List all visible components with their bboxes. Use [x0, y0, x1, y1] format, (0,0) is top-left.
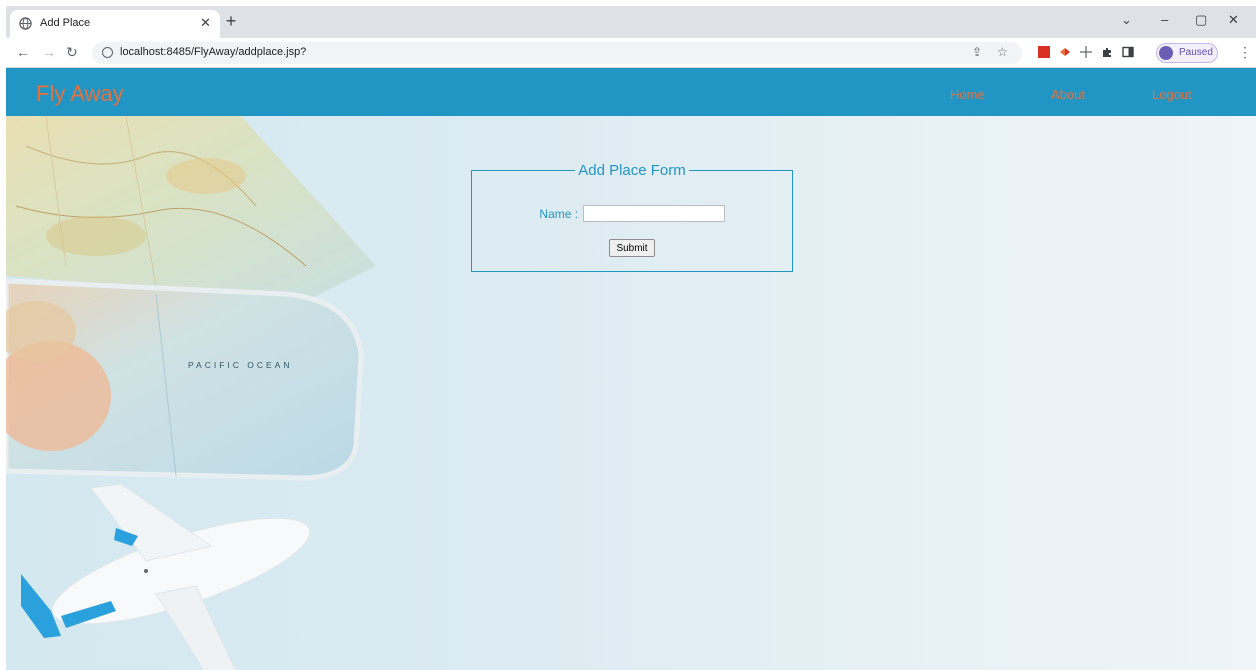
extension-crosshair-icon[interactable]	[1080, 46, 1092, 58]
more-menu-icon[interactable]: ⋮	[1238, 44, 1252, 61]
tab-title: Add Place	[40, 17, 91, 29]
url-text: localhost:8485/FlyAway/addplace.jsp?	[120, 46, 307, 58]
nav-link-home[interactable]: Home	[950, 87, 985, 102]
reload-icon[interactable]: ↻	[66, 44, 78, 61]
window-close-icon[interactable]: ✕	[1228, 12, 1239, 28]
globe-icon	[19, 17, 32, 30]
map-label: PACIFIC OCEAN	[188, 360, 293, 370]
site-info-icon[interactable]	[102, 47, 113, 58]
tab-strip: Add Place ✕ + ⌄ – ▢ ✕	[6, 6, 1256, 38]
address-bar[interactable]: localhost:8485/FlyAway/addplace.jsp? ⇪ ☆	[92, 42, 1022, 64]
form-legend: Add Place Form	[578, 162, 686, 179]
share-icon[interactable]: ⇪	[972, 45, 982, 59]
page-viewport: PACIFIC OCEAN Fly Away Home About Logout…	[6, 68, 1256, 670]
name-row: Name :	[472, 205, 792, 223]
new-tab-icon[interactable]: +	[221, 12, 241, 32]
avatar	[1159, 46, 1173, 60]
profile-status-label: Paused	[1179, 47, 1213, 58]
restore-icon[interactable]: ▢	[1195, 12, 1207, 28]
add-place-form: Add Place Form Name : Submit	[471, 162, 793, 272]
extensions-puzzle-icon[interactable]	[1101, 46, 1113, 58]
bookmark-star-icon[interactable]: ☆	[997, 45, 1008, 59]
close-icon[interactable]: ✕	[200, 15, 211, 31]
side-panel-icon[interactable]	[1122, 46, 1134, 58]
forward-icon[interactable]: →	[42, 44, 56, 60]
back-icon[interactable]: ←	[16, 44, 30, 60]
chevron-down-icon[interactable]: ⌄	[1121, 12, 1132, 28]
extension-red-icon[interactable]	[1038, 46, 1050, 58]
browser-toolbar: ← → ↻ localhost:8485/FlyAway/addplace.js…	[6, 38, 1256, 68]
nav-link-logout[interactable]: Logout	[1152, 87, 1192, 102]
name-input[interactable]	[582, 205, 725, 223]
submit-button[interactable]: Submit	[609, 239, 655, 257]
browser-window: Add Place ✕ + ⌄ – ▢ ✕ ← → ↻ localhost:84…	[6, 6, 1256, 670]
profile-paused-button[interactable]: Paused	[1156, 43, 1218, 63]
extension-arrows-icon[interactable]	[1059, 46, 1071, 58]
nav-link-about[interactable]: About	[1051, 87, 1085, 102]
browser-tab[interactable]: Add Place ✕	[10, 10, 220, 38]
site-navbar: Fly Away Home About Logout	[6, 68, 1256, 116]
hero-map-plane-illustration: PACIFIC OCEAN	[6, 116, 376, 670]
site-brand-logo[interactable]: Fly Away	[36, 81, 124, 107]
name-label: Name :	[539, 206, 579, 221]
minimize-icon[interactable]: –	[1161, 12, 1168, 27]
